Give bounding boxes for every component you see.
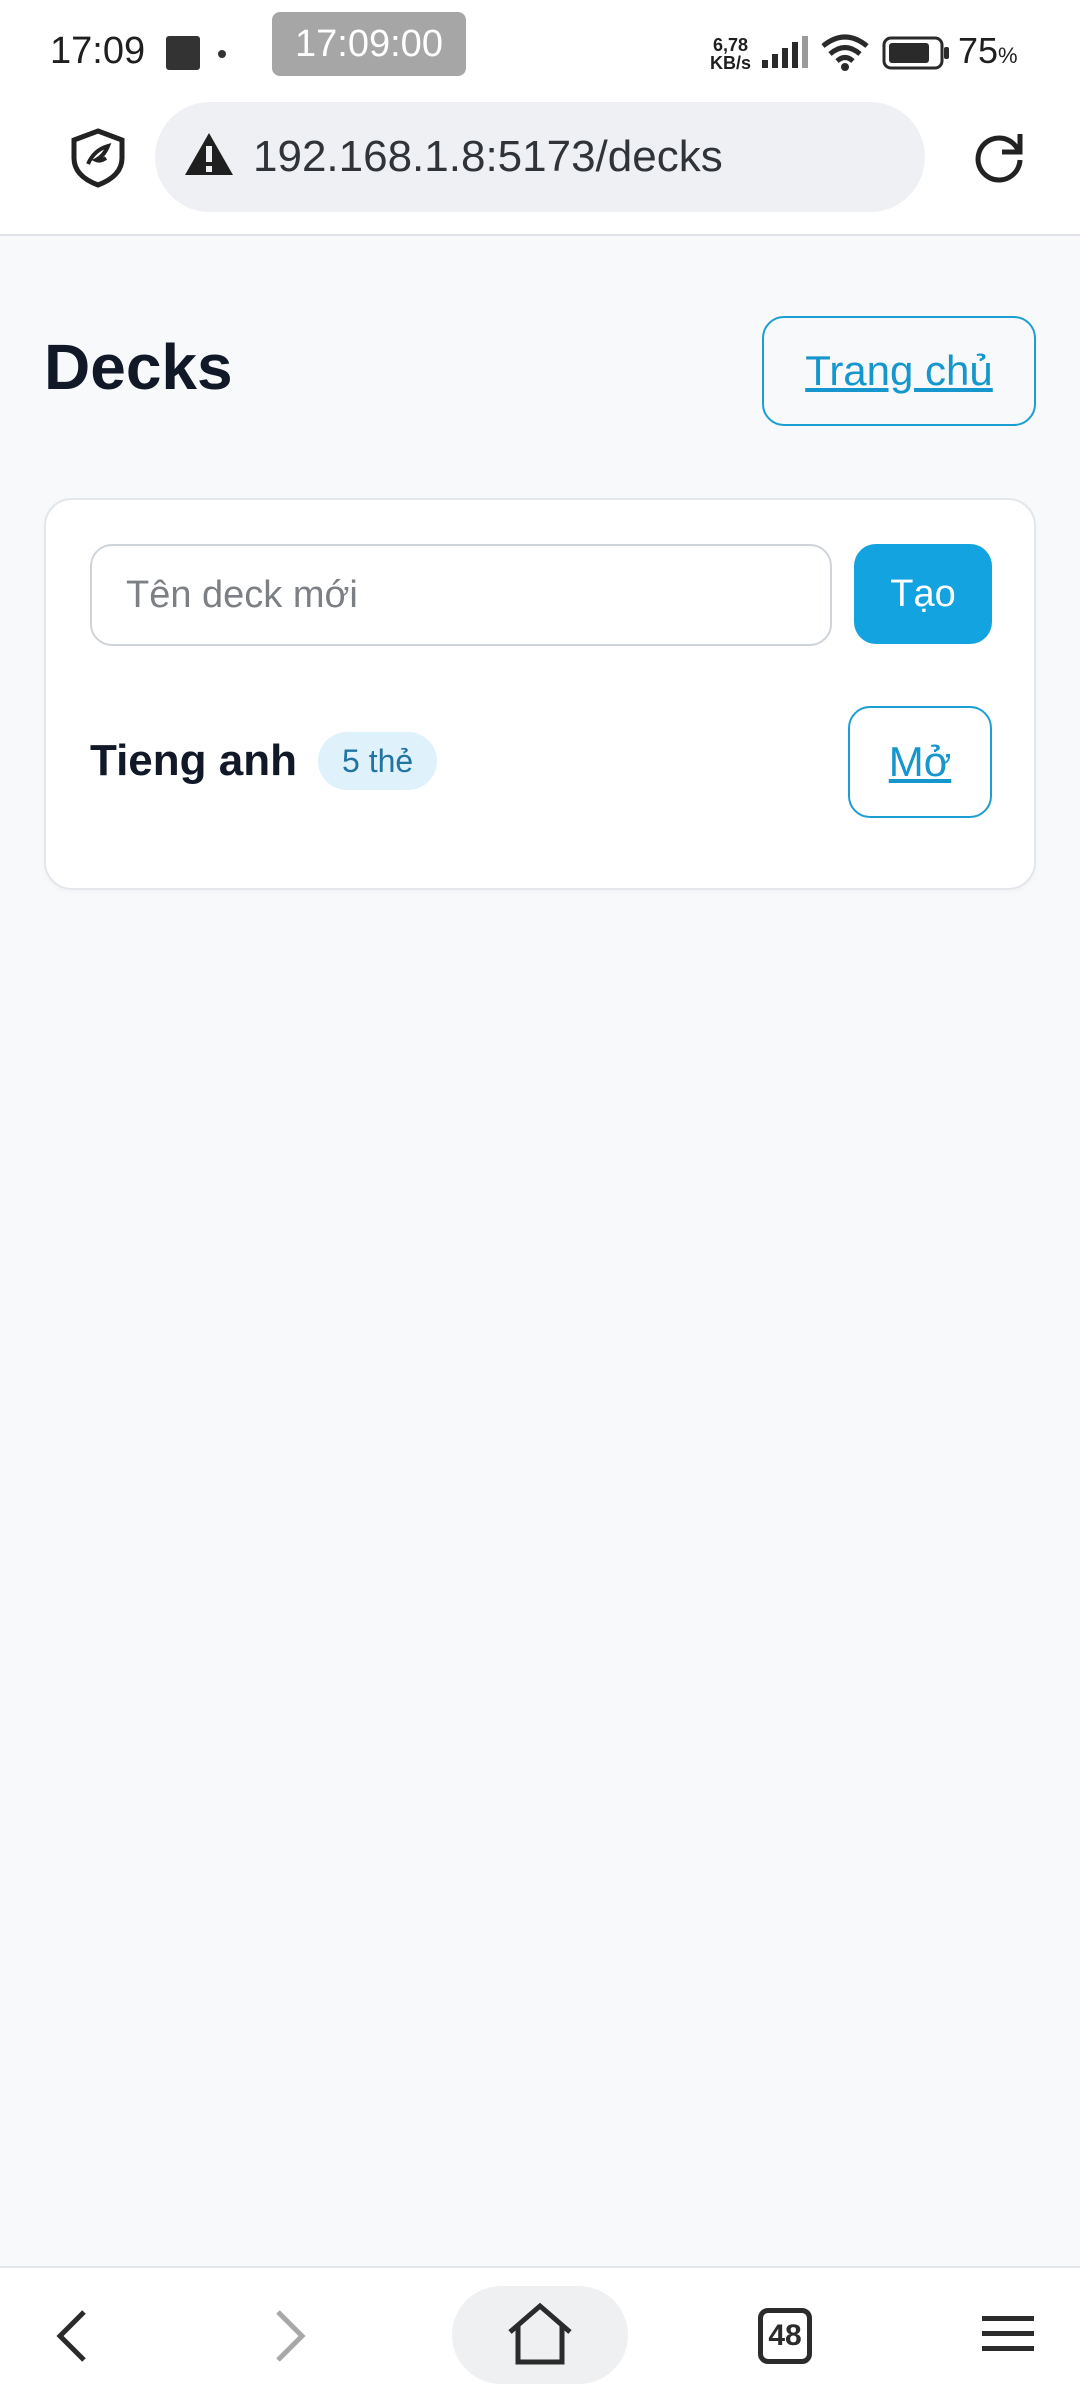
status-time: 17:09: [50, 30, 146, 72]
home-icon[interactable]: [504, 2302, 576, 2371]
browser-toolbar: 192.168.1.8:5173/decks: [0, 100, 1080, 236]
new-deck-name-input[interactable]: [90, 544, 832, 646]
shield-icon[interactable]: [70, 128, 126, 193]
battery-percent: 75%: [958, 30, 1018, 72]
network-speed-unit: KB/s: [710, 53, 752, 73]
open-deck-button[interactable]: Mở: [848, 706, 992, 818]
battery-unit: %: [998, 43, 1018, 68]
address-bar[interactable]: 192.168.1.8:5173/decks: [155, 102, 925, 212]
menu-icon[interactable]: [980, 2312, 1036, 2361]
forward-icon[interactable]: [270, 2308, 310, 2369]
signal-icon: [760, 36, 810, 75]
network-speed: 6,78 KB/s: [710, 36, 751, 72]
browser-bottom-nav: 48: [0, 2266, 1080, 2400]
create-deck-button[interactable]: Tạo: [854, 544, 992, 644]
back-icon[interactable]: [52, 2308, 92, 2369]
decks-card: Tạo Tieng anh 5 thẻ Mở: [44, 498, 1036, 890]
network-speed-value: 6,78: [712, 35, 749, 55]
dot-icon: [218, 50, 226, 58]
home-link-button[interactable]: Trang chủ: [762, 316, 1036, 426]
home-button[interactable]: [452, 2286, 628, 2384]
battery-icon: [882, 36, 952, 75]
page-title: Decks: [44, 331, 233, 403]
tabs-icon[interactable]: 48: [758, 2308, 812, 2364]
reload-icon[interactable]: [970, 128, 1028, 191]
deck-name: Tieng anh: [90, 736, 297, 785]
battery-value: 75: [958, 30, 999, 71]
status-bar: 17:09 17:09:00 6,78 KB/s 75%: [0, 0, 1080, 100]
deck-card-count-badge: 5 thẻ: [318, 732, 438, 790]
notification-square-icon: [166, 36, 200, 70]
url-text[interactable]: 192.168.1.8:5173/decks: [253, 132, 723, 182]
wifi-icon: [820, 34, 870, 77]
clock-overlay: 17:09:00: [272, 12, 466, 76]
warning-icon[interactable]: [183, 130, 235, 183]
